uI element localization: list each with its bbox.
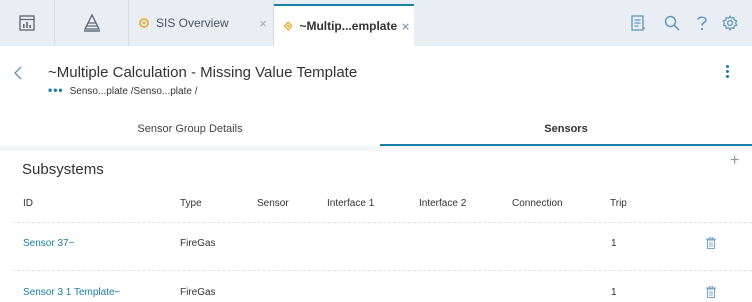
tab-multiple-calculation[interactable]: ~Multip...emplate × <box>274 4 414 46</box>
gear-icon <box>722 15 738 31</box>
delete-icon[interactable] <box>706 286 716 298</box>
row-id-link[interactable]: Sensor 37~ <box>23 238 74 249</box>
search-button[interactable] <box>662 13 682 33</box>
help-icon <box>697 16 707 31</box>
help-button[interactable] <box>692 13 712 33</box>
divider <box>0 146 752 151</box>
template-icon <box>284 21 293 31</box>
more-options-icon[interactable] <box>724 65 732 81</box>
column-header-trip[interactable]: Trip <box>610 198 627 209</box>
column-header-type[interactable]: Type <box>180 198 202 209</box>
delete-icon[interactable] <box>706 237 716 249</box>
settings-button[interactable] <box>720 13 740 33</box>
column-header-connection[interactable]: Connection <box>512 198 563 209</box>
breadcrumb: ••• Senso...plate /Senso...plate / <box>48 83 198 98</box>
overview-icon <box>139 18 149 28</box>
breadcrumb-more-icon[interactable]: ••• <box>48 83 64 97</box>
row-id-link[interactable]: Sensor 3 1 Template~ <box>23 287 120 298</box>
column-header-id[interactable]: ID <box>23 198 33 209</box>
breadcrumb-path[interactable]: Senso...plate /Senso...plate / <box>70 86 198 97</box>
tab-sensors[interactable]: Sensors <box>380 112 752 147</box>
tab-sis-overview[interactable]: SIS Overview × <box>129 0 274 46</box>
subtab-bar: Sensor Group Details Sensors <box>0 112 752 147</box>
column-header-interface-2[interactable]: Interface 2 <box>419 198 466 209</box>
tab-label: SIS Overview <box>156 16 229 30</box>
page-title: ~Multiple Calculation - Missing Value Te… <box>48 64 358 81</box>
column-header-sensor[interactable]: Sensor <box>257 198 289 209</box>
tab-sensor-group-details[interactable]: Sensor Group Details <box>0 112 380 146</box>
row-type: FireGas <box>180 238 216 249</box>
add-icon[interactable]: + <box>730 152 739 170</box>
close-icon[interactable]: × <box>253 16 273 31</box>
notes-button[interactable] <box>628 13 648 33</box>
tab-label: ~Multip...emplate <box>299 19 398 33</box>
row-type: FireGas <box>180 287 216 298</box>
back-icon[interactable] <box>12 66 24 80</box>
search-icon <box>664 15 680 31</box>
dashboard-button[interactable] <box>0 0 55 46</box>
column-header-interface-1[interactable]: Interface 1 <box>327 198 374 209</box>
notes-icon <box>631 15 645 31</box>
pyramid-button[interactable] <box>55 0 129 46</box>
close-icon[interactable]: × <box>397 19 414 34</box>
dashboard-icon <box>19 15 35 31</box>
row-divider <box>12 222 752 223</box>
pyramid-icon <box>83 14 100 32</box>
tab-bar: SIS Overview × ~Multip...emplate × <box>0 0 752 46</box>
row-divider <box>12 270 752 271</box>
row-trip: 1 <box>611 287 617 298</box>
section-title: Subsystems <box>22 161 104 178</box>
row-trip: 1 <box>611 238 617 249</box>
